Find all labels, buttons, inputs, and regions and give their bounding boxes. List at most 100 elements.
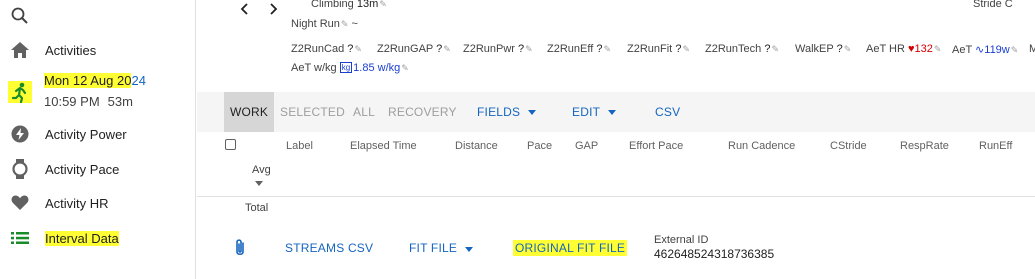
field-z2runpwr[interactable]: Z2RunPwr ?✎ bbox=[463, 43, 533, 55]
pencil-icon[interactable]: ✎ bbox=[934, 44, 942, 55]
column-header-runeff[interactable]: RunEff bbox=[979, 140, 1012, 152]
pencil-icon[interactable]: ✎ bbox=[379, 0, 387, 10]
sidebar-item-activity-hr[interactable]: Activity HR bbox=[0, 189, 195, 217]
sidebar-item-label: Activities bbox=[45, 42, 97, 58]
column-header-pace[interactable]: Pace bbox=[527, 140, 552, 152]
tab-selected[interactable]: SELECTED bbox=[280, 92, 345, 132]
field-aet[interactable]: AeT ∿119w✎ bbox=[952, 43, 1018, 56]
pencil-icon[interactable]: ✎ bbox=[443, 44, 451, 55]
fit-file-dropdown-button[interactable]: FIT FILE bbox=[409, 241, 474, 255]
list-icon bbox=[10, 228, 30, 248]
heart-icon bbox=[10, 193, 30, 213]
field-label: Z2RunPwr bbox=[463, 43, 515, 55]
fields-label: FIELDS bbox=[477, 105, 521, 119]
fields-dropdown-button[interactable]: FIELDS bbox=[477, 92, 537, 132]
field-label: Z2RunTech bbox=[705, 43, 762, 55]
tab-all[interactable]: ALL bbox=[353, 92, 375, 132]
activity-date-tail: 24 bbox=[131, 73, 146, 88]
fit-file-label: FIT FILE bbox=[409, 241, 458, 255]
field-z2rungap[interactable]: Z2RunGAP ?✎ bbox=[377, 43, 451, 55]
activity-name[interactable]: Night Run✎ ~ bbox=[291, 18, 358, 30]
field-value: ? bbox=[347, 43, 354, 55]
activity-time: 10:59 PM bbox=[44, 94, 100, 109]
climbing-label: Climbing bbox=[311, 0, 354, 10]
field-label: Z2RunGAP bbox=[377, 43, 434, 55]
interval-toolbar: WORK SELECTED ALL RECOVERY FIELDS EDIT C… bbox=[197, 92, 1035, 132]
field-value: 132 bbox=[914, 43, 933, 55]
field-value: ? bbox=[518, 43, 525, 55]
csv-button[interactable]: CSV bbox=[655, 92, 680, 132]
field-z2runeff[interactable]: Z2RunEff ?✎ bbox=[547, 43, 611, 55]
field-value: ? bbox=[436, 43, 443, 55]
edit-label: EDIT bbox=[572, 105, 601, 119]
field-value: 1.85 w/kg bbox=[353, 62, 401, 74]
pencil-icon[interactable]: ✎ bbox=[401, 63, 409, 74]
field-z2runfit[interactable]: Z2RunFit ?✎ bbox=[627, 43, 690, 55]
pencil-icon[interactable]: ✎ bbox=[771, 44, 779, 55]
activity-duration: 53m bbox=[107, 94, 133, 109]
lightning-icon bbox=[10, 124, 30, 144]
column-header-distance[interactable]: Distance bbox=[455, 140, 498, 152]
activity-date-highlighted: Mon 12 Aug 20 bbox=[44, 73, 132, 88]
field-aet-hr[interactable]: AeT HR ♥132✎ bbox=[866, 43, 941, 55]
external-id-label: External ID bbox=[654, 234, 709, 246]
climbing-stat: Climbing 13m✎ bbox=[311, 0, 387, 10]
sidebar-item-label: Activity Power bbox=[45, 126, 127, 142]
field-walkep[interactable]: WalkEP ?✎ bbox=[795, 43, 851, 55]
climbing-value: 13m bbox=[356, 0, 379, 10]
avg-selector[interactable]: Avg bbox=[252, 164, 271, 176]
pencil-icon[interactable]: ✎ bbox=[844, 44, 852, 55]
column-header-elapsed-time[interactable]: Elapsed Time bbox=[350, 140, 417, 152]
sidebar-item-activities[interactable]: Activities bbox=[0, 36, 195, 64]
next-activity-button[interactable] bbox=[265, 0, 281, 18]
column-header-label[interactable]: Label bbox=[286, 140, 313, 152]
scale-icon: kg bbox=[339, 62, 353, 73]
field-z2runcad[interactable]: Z2RunCad ?✎ bbox=[291, 43, 362, 55]
field-label: Z2RunFit bbox=[627, 43, 673, 55]
activity-name-text: Night Run bbox=[291, 18, 340, 30]
tab-work[interactable]: WORK bbox=[224, 92, 275, 132]
paperclip-icon bbox=[233, 238, 247, 258]
sidebar-item-interval-data[interactable]: Interval Data bbox=[0, 224, 195, 252]
field-value: ? bbox=[836, 43, 843, 55]
pencil-icon[interactable]: ✎ bbox=[682, 44, 690, 55]
original-fit-file-button[interactable]: ORIGINAL FIT FILE bbox=[513, 240, 628, 256]
field-truncated[interactable]: M bbox=[1029, 43, 1035, 55]
caret-down-icon[interactable] bbox=[255, 181, 263, 186]
field-value: 119w bbox=[984, 44, 1010, 56]
edit-dropdown-button[interactable]: EDIT bbox=[572, 92, 617, 132]
sidebar-item-activity-pace[interactable]: Activity Pace bbox=[0, 155, 195, 183]
sidebar-item-label: Activity Pace bbox=[45, 161, 120, 177]
sidebar-item-activity-power[interactable]: Activity Power bbox=[0, 120, 195, 148]
home-icon bbox=[10, 40, 30, 60]
field-value: ? bbox=[675, 43, 682, 55]
streams-csv-button[interactable]: STREAMS CSV bbox=[285, 241, 373, 255]
column-header-effort-pace[interactable]: Effort Pace bbox=[629, 140, 683, 152]
pencil-icon[interactable]: ✎ bbox=[1011, 45, 1019, 56]
previous-activity-button[interactable] bbox=[237, 0, 253, 18]
field-value: ? bbox=[596, 43, 603, 55]
total-row-label: Total bbox=[245, 202, 269, 214]
original-fit-file-label: ORIGINAL FIT FILE bbox=[513, 240, 628, 256]
pencil-icon[interactable]: ✎ bbox=[354, 44, 362, 55]
field-label: Z2RunCad bbox=[291, 43, 345, 55]
select-all-checkbox[interactable] bbox=[225, 139, 236, 150]
current-activity-date[interactable]: Mon 12 Aug 2024 bbox=[44, 73, 146, 88]
pencil-icon[interactable]: ✎ bbox=[341, 19, 349, 30]
pencil-icon[interactable]: ✎ bbox=[525, 44, 533, 55]
field-z2runtech[interactable]: Z2RunTech ?✎ bbox=[705, 43, 779, 55]
field-value: ? bbox=[764, 43, 771, 55]
search-icon[interactable] bbox=[10, 6, 30, 26]
tab-recovery[interactable]: RECOVERY bbox=[388, 92, 457, 132]
external-id-value: 462648524318736385 bbox=[654, 247, 775, 261]
column-header-gap[interactable]: GAP bbox=[575, 140, 598, 152]
pencil-icon[interactable]: ✎ bbox=[603, 44, 611, 55]
sidebar: Activities Mon 12 Aug 2024 10:59 PM 53m A… bbox=[0, 0, 196, 279]
field-label: AeT HR bbox=[866, 43, 905, 55]
column-header-run-cadence[interactable]: Run Cadence bbox=[728, 140, 795, 152]
field-aet-wkg[interactable]: AeT w/kg kg 1.85 w/kg✎ bbox=[291, 62, 409, 74]
interval-table-header: Label Elapsed Time Distance Pace GAP Eff… bbox=[197, 135, 1035, 197]
column-header-resprate[interactable]: RespRate bbox=[900, 140, 949, 152]
column-header-cstride[interactable]: CStride bbox=[830, 140, 867, 152]
watch-icon bbox=[10, 159, 30, 179]
